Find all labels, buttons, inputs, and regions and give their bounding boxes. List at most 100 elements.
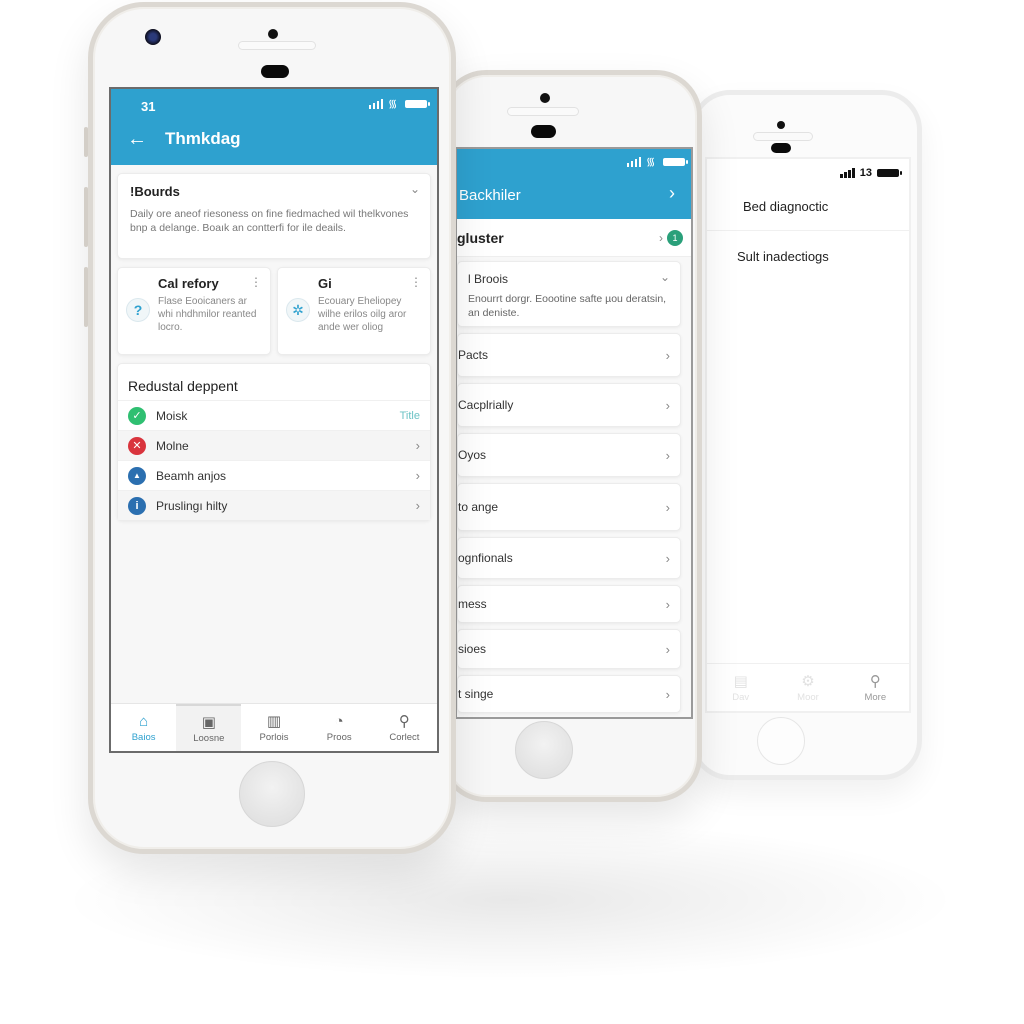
phone-back: 13 Bed diagnoctic Sult inadectiogs ▤ Dav … [690, 90, 922, 780]
list-row-molne[interactable]: ✕ Molne › [118, 430, 430, 460]
info-card-gi[interactable]: ✲ Gi ⋮ Ecouary Eheliopey wilhe erilos oi… [277, 267, 431, 355]
people-search-icon: ⚲ [869, 672, 881, 690]
chevron-right-icon: › [665, 686, 670, 702]
tab-more[interactable]: ⚲ More [842, 664, 909, 711]
status-bar: ᯾ [368, 98, 430, 110]
list-item[interactable]: Cacplrially › [457, 383, 681, 427]
home-icon: ⌂ [139, 712, 149, 730]
register-row[interactable]: gluster › 1 [457, 219, 691, 257]
phone-front: 31 ᯾ ← Thmkdag !Bourds ⌄ Daily ore aneof… [84, 2, 456, 854]
chevron-right-icon[interactable]: › [669, 183, 675, 204]
signal-icon [840, 168, 855, 178]
lock-circle-icon: ▲ [128, 466, 146, 485]
home-button[interactable] [757, 717, 805, 765]
list-item-result-inspections[interactable]: Sult inadectiogs [707, 249, 909, 264]
chevron-right-icon: › [665, 447, 670, 463]
calendar-icon: ▥ [266, 712, 282, 730]
info-card-category[interactable]: ? Cal refory ⋮ Flase Eooicaners ar whi n… [117, 267, 271, 355]
tab-moor[interactable]: ⚙ Moor [774, 664, 841, 711]
tab-dav[interactable]: ▤ Dav [707, 664, 774, 711]
chevron-right-icon: › [659, 230, 663, 245]
signal-icon [626, 157, 641, 167]
accordion-card[interactable]: !Bourds ⌄ Daily ore aneof riesoness on f… [117, 173, 431, 259]
phone-back-screen: 13 Bed diagnoctic Sult inadectiogs ▤ Dav … [705, 157, 911, 713]
chevron-right-icon: › [415, 468, 420, 483]
more-vertical-icon[interactable]: ⋮ [410, 276, 422, 288]
list-item[interactable]: sioes › [457, 629, 681, 669]
list-item-bed-diagnostic[interactable]: Bed diagnoctic [707, 199, 909, 231]
chevron-right-icon: › [665, 641, 670, 657]
count-badge: 1 [667, 229, 683, 246]
list-item[interactable]: t singe › [457, 675, 681, 713]
mute-switch [84, 127, 88, 157]
tab-lounge[interactable]: ▣ Loosne [176, 704, 242, 751]
back-arrow-icon[interactable]: ← [127, 129, 147, 149]
check-circle-icon: ✓ [128, 406, 146, 425]
document-icon: ▤ [733, 672, 748, 690]
content-area: !Bourds ⌄ Daily ore aneof riesoness on f… [111, 165, 437, 703]
computer-icon: ▣ [201, 713, 216, 731]
page-title: Backhiler [459, 187, 521, 204]
phone-middle: ᯾ Backhiler › gluster › 1 l Broois ⌄ Eno… [436, 70, 702, 802]
phone-front-screen: 31 ᯾ ← Thmkdag !Bourds ⌄ Daily ore aneof… [109, 87, 439, 753]
tab-portfolio[interactable]: ▥ Porlois [241, 704, 306, 751]
info-circle-icon: i [128, 496, 146, 515]
chevron-right-icon: › [415, 438, 420, 453]
chevron-down-icon: ⌄ [659, 270, 670, 284]
proximity-sensor [771, 143, 791, 153]
section-title: Redustal deppent [128, 378, 238, 394]
home-button[interactable] [239, 761, 305, 827]
status-bar: 13 [840, 167, 902, 179]
battery-icon [663, 158, 688, 166]
signal-icon [368, 99, 383, 109]
more-vertical-icon[interactable]: ⋮ [250, 276, 262, 288]
title-link[interactable]: Title [400, 410, 420, 422]
battery-icon [877, 169, 902, 177]
tab-bar: ⌂ Baios ▣ Loosne ▥ Porlois ◔ Proos ⚲ Corlect [111, 703, 437, 751]
chevron-right-icon: › [665, 596, 670, 612]
clock-icon: ◔ [334, 712, 344, 730]
front-camera-dot [268, 29, 278, 39]
app-header: ᯾ Backhiler › [457, 149, 691, 219]
earpiece-speaker [238, 41, 316, 50]
phone-middle-screen: ᯾ Backhiler › gluster › 1 l Broois ⌄ Eno… [455, 147, 693, 719]
proximity-sensor [531, 125, 556, 138]
list-item[interactable]: mess › [457, 585, 681, 623]
status-time: 31 [141, 99, 156, 114]
wifi-icon: ᯾ [646, 156, 656, 168]
status-text: 13 [859, 167, 872, 179]
error-x-icon: ✕ [128, 436, 146, 455]
list-item[interactable]: ognfionals › [457, 537, 681, 579]
earpiece-speaker [507, 107, 579, 116]
list-row-beamh[interactable]: ▲ Beamh anjos › [118, 460, 430, 490]
status-bar: ᯾ [626, 156, 688, 168]
status-list-card: Redustal deppent ✓ Moisk Title ✕ Molne ›… [117, 363, 431, 521]
list-item[interactable]: Oyos › [457, 433, 681, 477]
front-camera [777, 121, 785, 129]
network-icon: ✲ [286, 298, 310, 322]
tab-home[interactable]: ⌂ Baios [111, 704, 176, 751]
earpiece-speaker [753, 132, 813, 141]
page-title: Thmkdag [165, 129, 241, 148]
tab-process[interactable]: ◔ Proos [307, 704, 372, 751]
list-item[interactable]: to ange › [457, 483, 681, 531]
battery-icon [405, 100, 430, 108]
search-icon: ⚲ [398, 712, 410, 730]
chevron-right-icon: › [665, 347, 670, 363]
tab-collect[interactable]: ⚲ Corlect [372, 704, 437, 751]
front-camera [540, 93, 550, 103]
list-row-prusling[interactable]: i Pruslingı hilty › [118, 490, 430, 520]
volume-up-button [84, 187, 88, 247]
list-row-moisk[interactable]: ✓ Moisk Title [118, 400, 430, 430]
volume-down-button [84, 267, 88, 327]
chevron-right-icon: › [665, 397, 670, 413]
accordion-card[interactable]: l Broois ⌄ Enourrt dorgr. Eoootine safte… [457, 261, 681, 327]
chevron-right-icon: › [665, 550, 670, 566]
help-question-icon: ? [126, 298, 150, 322]
home-button[interactable] [515, 721, 573, 779]
list-item[interactable]: Pacts › [457, 333, 681, 377]
wifi-icon: ᯾ [388, 98, 398, 110]
app-header: 31 ᯾ ← Thmkdag [111, 89, 437, 165]
chevron-right-icon: › [665, 499, 670, 515]
content-area: gluster › 1 l Broois ⌄ Enourrt dorgr. Eo… [457, 219, 691, 717]
